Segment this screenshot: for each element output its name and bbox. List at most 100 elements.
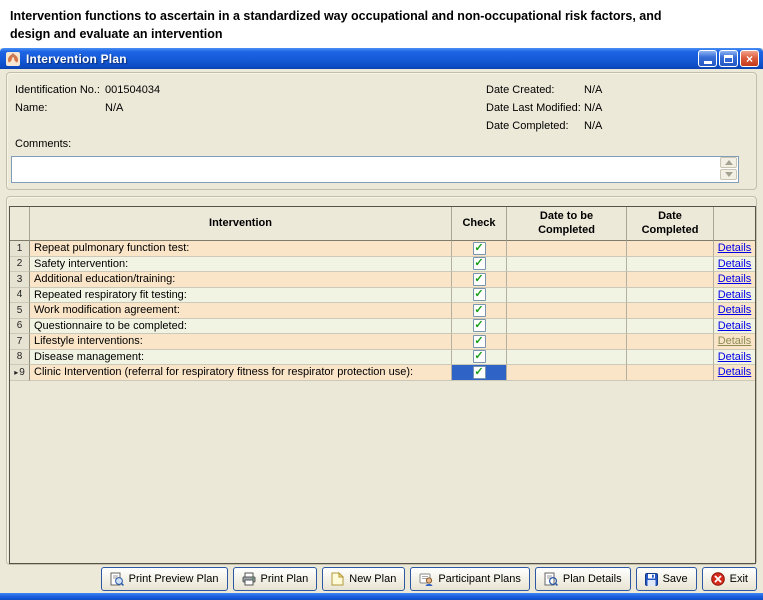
table-row[interactable]: 5Work modification agreement:✓Details xyxy=(10,303,755,319)
date-to-be-completed-cell[interactable] xyxy=(507,350,627,366)
date-to-be-completed-cell[interactable] xyxy=(507,365,627,381)
check-cell[interactable]: ✓ xyxy=(452,334,507,350)
intervention-cell[interactable]: Questionnaire to be completed: xyxy=(30,319,452,335)
table-row[interactable]: 8Disease management: ✓ Details xyxy=(10,350,755,366)
check-cell[interactable]: ✓ xyxy=(452,365,507,381)
row-number: ▸9 xyxy=(10,365,30,381)
intervention-checkbox[interactable]: ✓ xyxy=(473,288,486,301)
date-completed-cell[interactable] xyxy=(627,365,714,381)
details-link[interactable]: Details xyxy=(718,242,752,254)
plan-details-button[interactable]: Plan Details xyxy=(535,567,631,591)
date-completed-cell[interactable] xyxy=(627,303,714,319)
print-plan-button[interactable]: Print Plan xyxy=(233,567,318,591)
scroll-up-button[interactable] xyxy=(720,157,737,168)
participant-plans-label: Participant Plans xyxy=(438,573,521,585)
check-cell[interactable]: ✓ xyxy=(452,288,507,304)
column-header-check: Check xyxy=(452,207,507,241)
intervention-cell[interactable]: Lifestyle interventions: xyxy=(30,334,452,350)
intervention-checkbox[interactable]: ✓ xyxy=(473,304,486,317)
details-link[interactable]: Details xyxy=(718,320,752,332)
table-rows: 1Repeat pulmonary function test:✓Details… xyxy=(10,241,755,381)
intervention-checkbox[interactable]: ✓ xyxy=(473,319,486,332)
intervention-checkbox[interactable]: ✓ xyxy=(473,273,486,286)
save-button[interactable]: Save xyxy=(636,567,697,591)
intervention-checkbox[interactable]: ✓ xyxy=(473,366,486,379)
print-preview-plan-button[interactable]: Print Preview Plan xyxy=(101,567,228,591)
scroll-down-button[interactable] xyxy=(720,169,737,180)
title-bar[interactable]: Intervention Plan × xyxy=(0,48,763,69)
date-to-be-completed-cell[interactable] xyxy=(507,272,627,288)
details-link[interactable]: Details xyxy=(718,289,752,301)
print-plan-label: Print Plan xyxy=(261,573,309,585)
comments-label: Comments: xyxy=(15,138,71,150)
column-header-details xyxy=(714,207,755,241)
details-link[interactable]: Details xyxy=(718,335,752,347)
date-completed-cell[interactable] xyxy=(627,350,714,366)
intervention-checkbox[interactable]: ✓ xyxy=(473,335,486,348)
details-link[interactable]: Details xyxy=(718,366,752,378)
date-to-be-completed-cell[interactable] xyxy=(507,288,627,304)
comments-scrollbar[interactable] xyxy=(720,157,737,180)
intervention-cell[interactable]: Work modification agreement: xyxy=(30,303,452,319)
table-header-row: Intervention Check Date to be Completed … xyxy=(10,207,755,241)
date-to-be-completed-cell[interactable] xyxy=(507,334,627,350)
button-bar: Print Preview Plan Print Plan New Plan xyxy=(0,567,757,591)
date-completed-cell[interactable] xyxy=(627,288,714,304)
identification-label: Identification No.: xyxy=(15,84,100,96)
table-row[interactable]: ▸9Clinic Intervention (referral for resp… xyxy=(10,365,755,381)
intervention-checkbox[interactable]: ✓ xyxy=(473,242,486,255)
table-row[interactable]: 1Repeat pulmonary function test:✓Details xyxy=(10,241,755,257)
date-created-value: N/A xyxy=(584,84,602,96)
details-link[interactable]: Details xyxy=(718,258,752,270)
row-number: 8 xyxy=(10,350,30,366)
intervention-checkbox[interactable]: ✓ xyxy=(473,350,486,363)
column-header-rownum xyxy=(10,207,30,241)
intervention-checkbox[interactable]: ✓ xyxy=(473,257,486,270)
intervention-cell[interactable]: Safety intervention: xyxy=(30,257,452,273)
restore-button[interactable] xyxy=(719,50,738,67)
check-cell[interactable]: ✓ xyxy=(452,241,507,257)
date-to-be-completed-cell[interactable] xyxy=(507,303,627,319)
close-button[interactable]: × xyxy=(740,50,759,67)
table-row[interactable]: 6Questionnaire to be completed:✓Details xyxy=(10,319,755,335)
intervention-cell[interactable]: Repeated respiratory fit testing: xyxy=(30,288,452,304)
intervention-cell[interactable]: Clinic Intervention (referral for respir… xyxy=(30,365,452,381)
check-cell[interactable]: ✓ xyxy=(452,272,507,288)
check-cell[interactable]: ✓ xyxy=(452,319,507,335)
date-completed-cell[interactable] xyxy=(627,257,714,273)
date-to-be-completed-cell[interactable] xyxy=(507,257,627,273)
table-row[interactable]: 7Lifestyle interventions:✓Details xyxy=(10,334,755,350)
page-header-line1: Intervention functions to ascertain in a… xyxy=(10,7,755,25)
intervention-cell[interactable]: Repeat pulmonary function test: xyxy=(30,241,452,257)
details-link[interactable]: Details xyxy=(718,351,752,363)
date-to-be-completed-cell[interactable] xyxy=(507,241,627,257)
participant-plans-button[interactable]: Participant Plans xyxy=(410,567,530,591)
intervention-plan-window: Intervention Plan × Identification No.: … xyxy=(0,48,763,593)
date-completed-cell[interactable] xyxy=(627,241,714,257)
new-plan-button[interactable]: New Plan xyxy=(322,567,405,591)
check-cell[interactable]: ✓ xyxy=(452,257,507,273)
exit-button[interactable]: Exit xyxy=(702,567,757,591)
intervention-cell[interactable]: Additional education/training: xyxy=(30,272,452,288)
minimize-button[interactable] xyxy=(698,50,717,67)
check-cell[interactable]: ✓ xyxy=(452,303,507,319)
table-row[interactable]: 4Repeated respiratory fit testing:✓Detai… xyxy=(10,288,755,304)
page-header-line2: design and evaluate an intervention xyxy=(10,25,755,43)
date-completed-cell[interactable] xyxy=(627,272,714,288)
details-link[interactable]: Details xyxy=(718,273,752,285)
date-to-be-completed-cell[interactable] xyxy=(507,319,627,335)
check-cell[interactable]: ✓ xyxy=(452,350,507,366)
details-link[interactable]: Details xyxy=(718,304,752,316)
save-label: Save xyxy=(663,573,688,585)
intervention-table-panel: Intervention Check Date to be Completed … xyxy=(6,196,757,565)
print-preview-icon xyxy=(110,572,124,586)
table-row[interactable]: 3Additional education/training:✓Details xyxy=(10,272,755,288)
column-header-date-to-be-completed: Date to be Completed xyxy=(507,207,627,241)
comments-input[interactable] xyxy=(11,156,739,183)
window-title: Intervention Plan xyxy=(26,52,127,66)
table-row[interactable]: 2Safety intervention:✓Details xyxy=(10,257,755,273)
date-completed-cell[interactable] xyxy=(627,319,714,335)
plan-details-icon xyxy=(544,572,558,586)
intervention-cell[interactable]: Disease management: xyxy=(30,350,452,366)
date-completed-cell[interactable] xyxy=(627,334,714,350)
